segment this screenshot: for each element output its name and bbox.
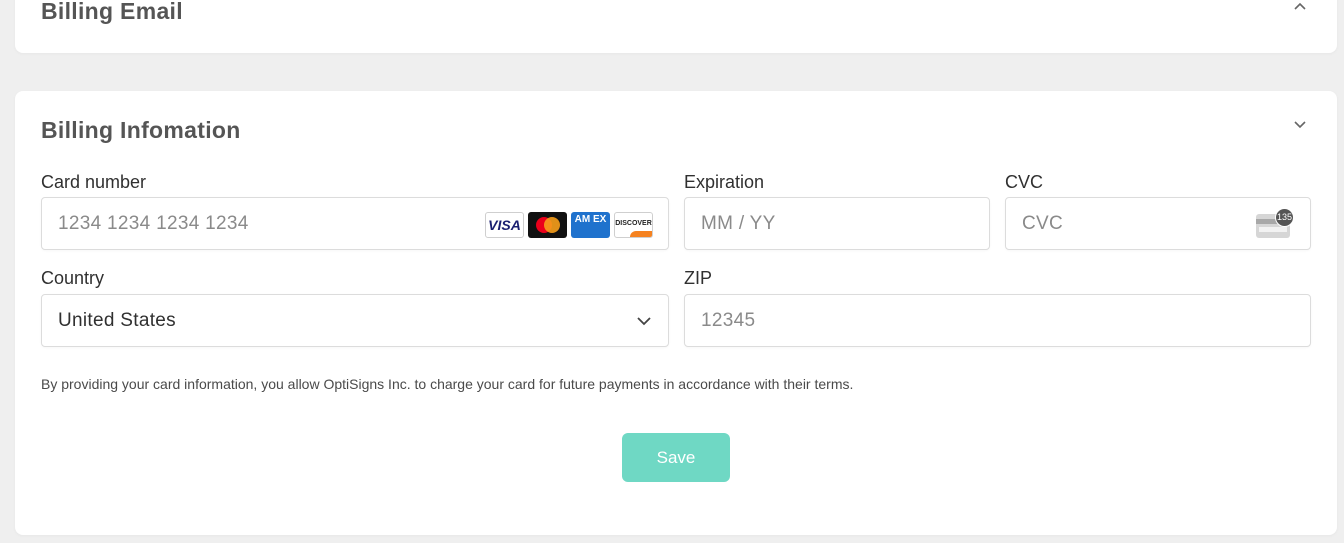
save-button[interactable]: Save [622,433,730,482]
cvc-input[interactable]: CVC 135 [1005,197,1311,250]
discover-icon: DISCOVER [614,212,653,238]
country-select[interactable]: United States [41,294,669,347]
amex-icon: AM EX [571,212,610,238]
cvc-badge: 135 [1275,208,1294,227]
cvc-card-icon: 135 [1256,208,1294,240]
chevron-down-icon[interactable] [1293,119,1307,129]
expiration-placeholder: MM / YY [701,213,776,234]
billing-information-card: Billing Infomation Card number 1234 1234… [15,91,1337,535]
card-number-placeholder: 1234 1234 1234 1234 [58,213,249,234]
card-brands: VISA AM EX DISCOVER [485,212,653,238]
chevron-down-icon [637,317,651,326]
chevron-up-icon[interactable] [1293,2,1307,12]
card-number-label: Card number [41,172,147,192]
expiration-input[interactable]: MM / YY [684,197,990,250]
expiration-label: Expiration [684,172,765,192]
country-value: United States [58,310,176,331]
zip-label: ZIP [684,268,713,288]
zip-input[interactable]: 12345 [684,294,1311,347]
cvc-placeholder: CVC [1022,213,1064,234]
card-disclaimer: By providing your card information, you … [41,376,854,392]
mastercard-icon [528,212,567,238]
visa-icon: VISA [485,212,524,238]
country-label: Country [41,268,105,288]
cvc-label: CVC [1005,172,1044,192]
zip-placeholder: 12345 [701,310,756,331]
billing-email-card: Billing Email [15,0,1337,53]
billing-email-title: Billing Email [41,0,183,24]
billing-information-title: Billing Infomation [41,117,241,143]
card-number-input[interactable]: 1234 1234 1234 1234 VISA AM EX DISCOVER [41,197,669,250]
